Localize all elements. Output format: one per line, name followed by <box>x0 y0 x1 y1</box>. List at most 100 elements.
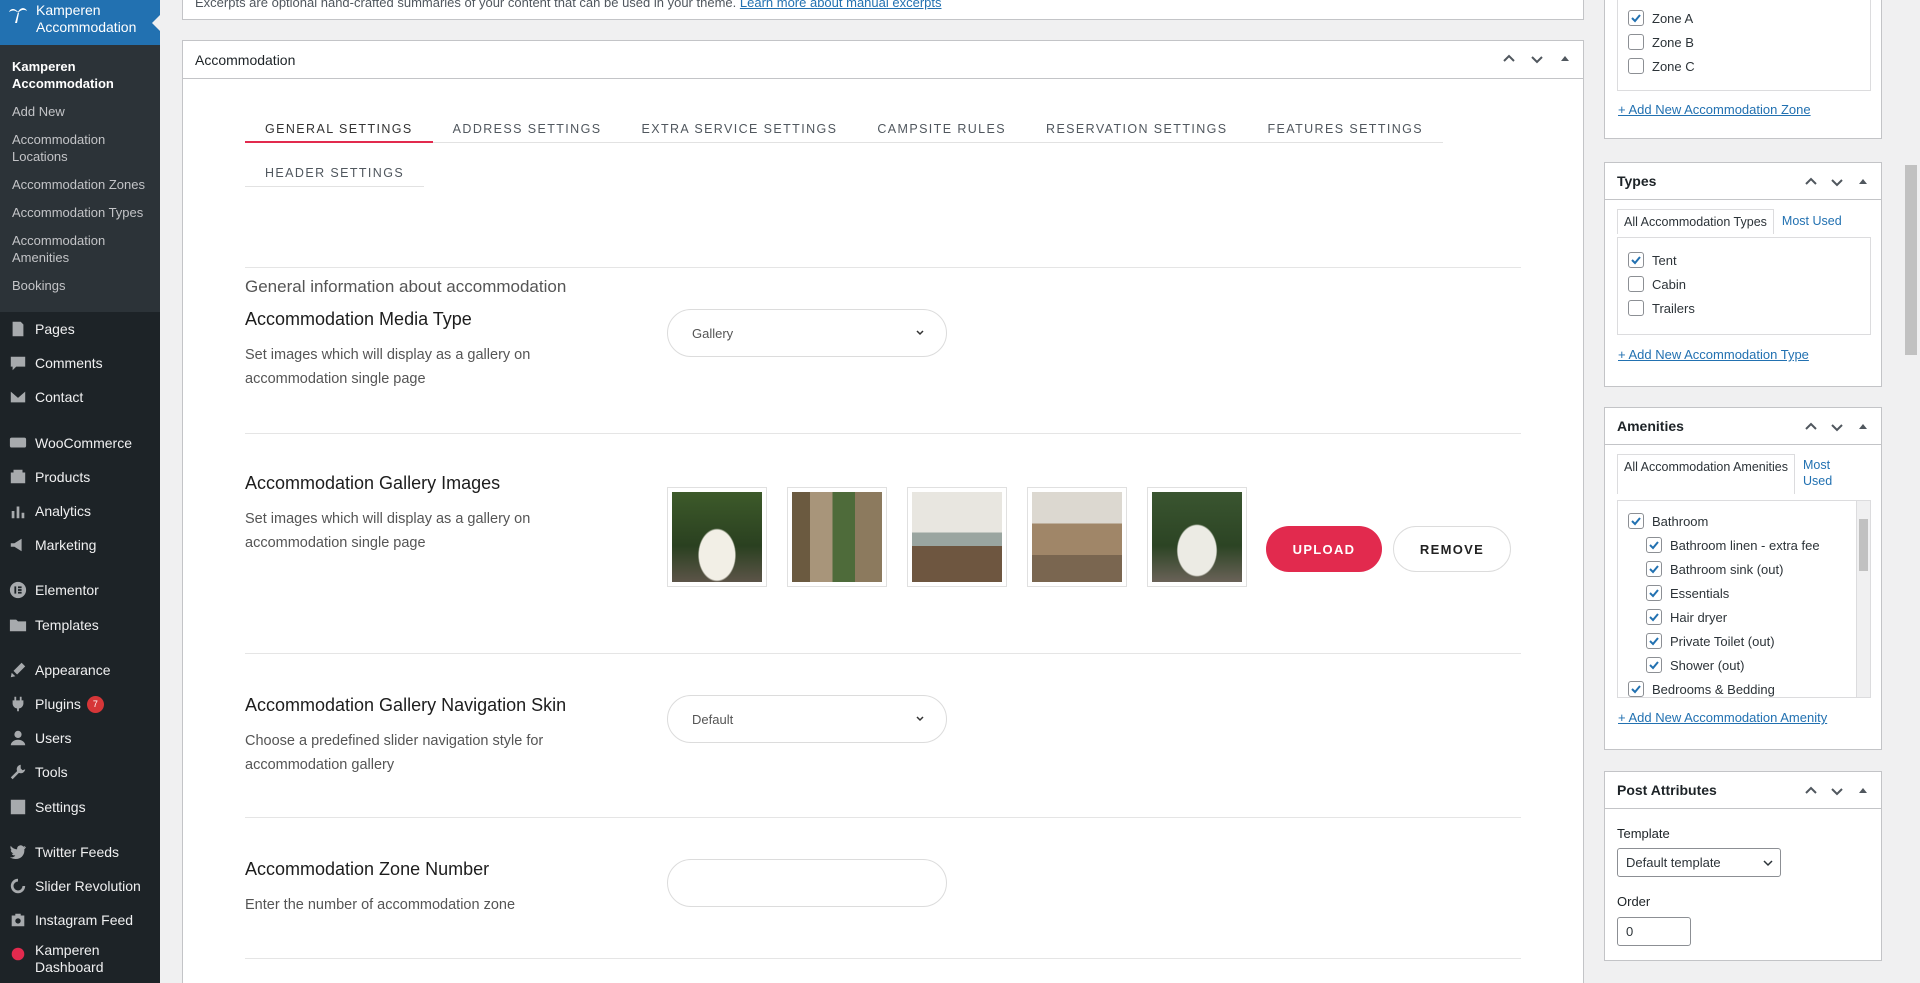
gallery-thumbnail[interactable] <box>907 487 1007 587</box>
move-down-icon[interactable] <box>1829 419 1845 435</box>
submenu-item-locations[interactable]: Accommodation Locations <box>0 131 160 165</box>
tools-icon <box>8 762 28 782</box>
checkbox-icon <box>1628 34 1644 50</box>
gallery-images-description: Set images which will display as a galle… <box>245 511 531 551</box>
add-zone-link[interactable]: + Add New Accommodation Zone <box>1618 102 1811 117</box>
tab-campsite-rules[interactable]: CAMPSITE RULES <box>857 115 1027 143</box>
add-amenity-link[interactable]: + Add New Accommodation Amenity <box>1618 710 1827 725</box>
tab-most-used[interactable]: Most Used <box>1774 209 1850 234</box>
menu-item-users[interactable]: Users <box>0 721 160 755</box>
box-title: Post Attributes <box>1617 782 1717 798</box>
move-up-icon[interactable] <box>1803 783 1819 799</box>
menu-item-appearance[interactable]: Appearance <box>0 653 160 687</box>
checkbox-label: Bathroom <box>1652 513 1709 529</box>
submenu-item-amenities[interactable]: Accommodation Amenities <box>0 232 160 266</box>
kamperen-dashboard-icon <box>8 944 28 964</box>
tab-extra-service-settings[interactable]: EXTRA SERVICE SETTINGS <box>621 115 858 143</box>
type-tent-checkbox[interactable]: Tent <box>1628 248 1870 272</box>
checkbox-checked-icon <box>1646 657 1662 673</box>
excerpt-learn-more-link[interactable]: Learn more about manual excerpts <box>740 0 942 10</box>
zone-c-checkbox[interactable]: Zone C <box>1628 54 1870 78</box>
amenity-checkbox[interactable]: Bedrooms & Bedding <box>1628 677 1870 697</box>
move-up-icon[interactable] <box>1501 51 1517 67</box>
menu-item-twitter-feeds[interactable]: Twitter Feeds <box>0 835 160 869</box>
gallery-thumbnail[interactable] <box>1027 487 1127 587</box>
menu-item-pages[interactable]: Pages <box>0 312 160 346</box>
menu-item-comments[interactable]: Comments <box>0 346 160 380</box>
scrollbar-thumb[interactable] <box>1859 519 1868 571</box>
media-type-label: Accommodation Media Type <box>245 309 472 329</box>
menu-item-plugins[interactable]: Plugins 7 <box>0 687 160 721</box>
amenity-checkbox[interactable]: Essentials <box>1628 581 1870 605</box>
move-up-icon[interactable] <box>1803 174 1819 190</box>
gallery-thumbnail[interactable] <box>1147 487 1247 587</box>
toggle-panel-icon[interactable] <box>1855 419 1871 435</box>
box-controls <box>1803 783 1871 799</box>
template-select[interactable]: Default template <box>1617 848 1781 877</box>
appearance-icon <box>8 660 28 680</box>
menu-item-elementor[interactable]: Elementor <box>0 573 160 607</box>
menu-item-contact[interactable]: Contact <box>0 380 160 414</box>
remove-button[interactable]: REMOVE <box>1393 526 1511 572</box>
menu-label: Instagram Feed <box>35 912 134 928</box>
submenu-item-all[interactable]: Kamperen Accommodation <box>0 58 160 92</box>
amenities-scrollbar[interactable] <box>1856 501 1870 697</box>
amenity-checkbox[interactable]: Bathroom sink (out) <box>1628 557 1870 581</box>
upload-button[interactable]: UPLOAD <box>1266 526 1382 572</box>
zone-number-input[interactable] <box>667 859 947 907</box>
page-scrollbar-thumb[interactable] <box>1905 165 1917 355</box>
move-up-icon[interactable] <box>1803 419 1819 435</box>
submenu-item-bookings[interactable]: Bookings <box>0 277 160 294</box>
types-checklist: Tent Cabin Trailers <box>1617 237 1871 335</box>
amenity-checkbox[interactable]: Bathroom <box>1628 509 1870 533</box>
toggle-panel-icon[interactable] <box>1855 783 1871 799</box>
tab-address-settings[interactable]: ADDRESS SETTINGS <box>432 115 622 143</box>
menu-item-templates[interactable]: Templates <box>0 608 160 642</box>
tab-all-amenities[interactable]: All Accommodation Amenities <box>1617 454 1795 494</box>
add-type-link[interactable]: + Add New Accommodation Type <box>1618 347 1809 362</box>
menu-item-products[interactable]: Products <box>0 460 160 494</box>
menu-item-woocommerce[interactable]: WooCommerce <box>0 426 160 460</box>
type-cabin-checkbox[interactable]: Cabin <box>1628 272 1870 296</box>
toggle-panel-icon[interactable] <box>1855 174 1871 190</box>
checkbox-icon <box>1628 58 1644 74</box>
move-down-icon[interactable] <box>1829 783 1845 799</box>
zone-b-checkbox[interactable]: Zone B <box>1628 30 1870 54</box>
menu-item-analytics[interactable]: Analytics <box>0 494 160 528</box>
media-type-select[interactable]: Gallery <box>667 309 947 357</box>
submenu-item-types[interactable]: Accommodation Types <box>0 204 160 221</box>
menu-item-marketing[interactable]: Marketing <box>0 528 160 562</box>
checkbox-label: Bathroom linen - extra fee <box>1670 537 1820 553</box>
menu-item-instagram-feed[interactable]: Instagram Feed <box>0 903 160 937</box>
toggle-panel-icon[interactable] <box>1557 51 1573 67</box>
menu-item-slider-revolution[interactable]: Slider Revolution <box>0 869 160 903</box>
tab-most-used[interactable]: Most Used <box>1795 454 1855 494</box>
type-trailers-checkbox[interactable]: Trailers <box>1628 296 1870 320</box>
amenity-checkbox[interactable]: Bathroom linen - extra fee <box>1628 533 1870 557</box>
chevron-down-icon <box>916 716 924 722</box>
amenity-checkbox[interactable]: Private Toilet (out) <box>1628 629 1870 653</box>
amenity-checkbox[interactable]: Shower (out) <box>1628 653 1870 677</box>
amenity-checkbox[interactable]: Hair dryer <box>1628 605 1870 629</box>
menu-item-kamperen-dashboard[interactable]: Kamperen Dashboard <box>0 942 160 982</box>
submenu-item-add-new[interactable]: Add New <box>0 103 160 120</box>
menu-item-tools[interactable]: Tools <box>0 755 160 789</box>
tab-all-types[interactable]: All Accommodation Types <box>1617 209 1774 234</box>
tab-reservation-settings[interactable]: RESERVATION SETTINGS <box>1026 115 1248 143</box>
gallery-thumbnail[interactable] <box>787 487 887 587</box>
move-down-icon[interactable] <box>1829 174 1845 190</box>
zone-a-checkbox[interactable]: Zone A <box>1628 6 1870 30</box>
submenu-item-zones[interactable]: Accommodation Zones <box>0 176 160 193</box>
menu-item-kamperen-accommodation[interactable]: Kamperen Accommodation <box>0 0 160 45</box>
checkbox-label: Zone C <box>1652 58 1695 74</box>
tab-features-settings[interactable]: FEATURES SETTINGS <box>1247 115 1444 143</box>
tab-header-settings[interactable]: HEADER SETTINGS <box>245 159 425 187</box>
order-input[interactable]: 0 <box>1617 917 1691 946</box>
gallery-thumbnail[interactable] <box>667 487 767 587</box>
menu-label: Contact <box>35 389 84 405</box>
gallery-thumbnails <box>667 487 1247 587</box>
nav-skin-select[interactable]: Default <box>667 695 947 743</box>
menu-item-settings[interactable]: Settings <box>0 790 160 824</box>
move-down-icon[interactable] <box>1529 51 1545 67</box>
tab-general-settings[interactable]: GENERAL SETTINGS <box>245 115 433 143</box>
